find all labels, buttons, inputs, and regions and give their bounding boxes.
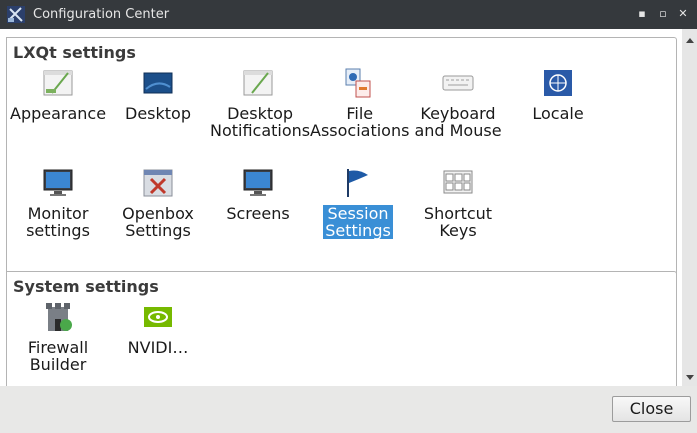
appearance-icon [43,70,73,96]
item-locale[interactable]: Locale [510,67,606,123]
item-label: Openbox Settings [122,204,194,240]
item-label: Keyboard and Mouse [414,104,502,140]
item-label: NVIDI… [127,338,189,357]
item-label: Appearance [10,104,107,123]
firewall-icon [46,303,72,331]
item-label: Monitor settings [26,204,90,240]
item-shortcut-keys[interactable]: Shortcut Keys [410,167,506,240]
item-appearance[interactable]: Appearance [10,67,106,123]
desktop-icon [143,72,173,94]
shortcut-keys-icon [443,170,473,194]
scroll-up-arrow-icon[interactable] [686,38,694,43]
configuration-center-icon [7,6,25,23]
item-session-settings[interactable]: Session Settings [310,167,406,240]
close-icon[interactable]: ✕ [677,8,689,20]
item-label: Desktop Notifications [210,104,311,140]
monitor-icon [43,169,73,196]
nvidia-icon [144,307,172,327]
close-button[interactable]: Close [612,396,691,422]
item-label: Screens [226,204,290,223]
maximize-icon[interactable]: ▫ [657,8,669,20]
notifications-icon [243,70,273,96]
button-bar: Close [0,386,697,433]
item-label: Firewall Builder [27,338,89,374]
item-monitor-settings[interactable]: Monitor settings [10,167,106,240]
file-associations-icon [345,68,371,98]
item-screens[interactable]: Screens [210,167,306,223]
window-title: Configuration Center [33,7,170,22]
item-nvidia[interactable]: NVIDI… [110,301,206,357]
item-file-associations[interactable]: File Associations [310,67,410,140]
scroll-down-arrow-icon[interactable] [686,375,694,380]
vertical-scrollbar[interactable] [682,29,697,386]
title-bar: Configuration Center ▪ ▫ ✕ [0,0,697,29]
flag-icon [347,169,368,197]
item-label: Session Settings [323,204,393,240]
group-title-lxqt: LXQt settings [13,43,140,62]
item-keyboard-and-mouse[interactable]: Keyboard and Mouse [410,67,506,140]
item-label: Shortcut Keys [423,204,493,240]
minimize-icon[interactable]: ▪ [636,8,648,20]
settings-list: LXQt settings Appearance Desktop Desktop… [0,29,682,386]
item-desktop[interactable]: Desktop [110,67,206,123]
item-label: Locale [532,104,584,123]
keyboard-icon [442,75,474,91]
item-firewall-builder[interactable]: Firewall Builder [10,301,106,374]
screens-icon [243,169,273,196]
globe-icon [544,70,572,96]
openbox-icon [143,169,173,197]
item-label: Desktop [125,104,191,123]
item-openbox-settings[interactable]: Openbox Settings [110,167,206,240]
group-title-system: System settings [13,277,163,296]
item-desktop-notifications[interactable]: Desktop Notifications [210,67,310,140]
item-label: File Associations [310,104,410,140]
